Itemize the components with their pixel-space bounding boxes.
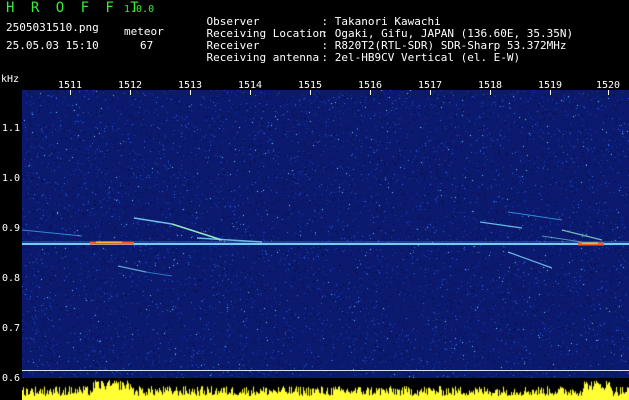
y-tick-label: 0.9 <box>2 223 21 234</box>
meteor-echo-streak <box>22 229 83 237</box>
spectrogram-plot <box>22 90 629 392</box>
meteor-echo-streak <box>133 217 173 225</box>
meteor-count: 67 <box>140 39 154 52</box>
file-name: 2505031510.png <box>6 21 99 34</box>
meteor-echo-streak <box>507 211 563 221</box>
meteor-echo-streak <box>541 235 583 243</box>
x-tick-mark <box>250 90 251 95</box>
x-tick-mark <box>550 90 551 95</box>
x-tick-mark <box>190 90 191 95</box>
meteor-label: meteor <box>124 25 164 38</box>
meteor-echo-streak <box>507 251 553 269</box>
x-tick-mark <box>370 90 371 95</box>
meteor-traces <box>22 211 629 277</box>
x-tick-mark <box>430 90 431 95</box>
hrofft-window: H R O F F T 1.0.0 2505031510.png 25.05.0… <box>0 0 629 400</box>
y-tick-label: 0.8 <box>2 273 21 284</box>
antenna-row: Receiving antenna: 2el-HB9CV Vertical (e… <box>180 40 521 76</box>
y-tick-label: 1.0 <box>2 173 21 184</box>
reference-line <box>22 370 629 371</box>
meteor-echo-streak <box>479 221 523 229</box>
signal-power-bars <box>22 378 629 400</box>
antenna-value: : 2el-HB9CV Vertical (el. E-W) <box>321 51 521 64</box>
x-tick-mark <box>70 90 71 95</box>
meteor-echo-streak <box>171 223 223 241</box>
x-tick-mark <box>490 90 491 95</box>
meteor-echo-streak <box>561 229 603 241</box>
x-tick-mark <box>608 90 609 95</box>
meteor-echo-streak <box>196 237 263 243</box>
meteor-echo-streak <box>145 271 173 277</box>
y-tick-label: 1.1 <box>2 123 21 134</box>
date-time: 25.05.03 15:10 <box>6 39 99 52</box>
y-tick-label: 0.6 <box>2 373 21 384</box>
antenna-key: Receiving antenna <box>206 51 320 64</box>
app-title: H R O F F T <box>6 0 143 16</box>
x-tick-mark <box>310 90 311 95</box>
y-tick-label: 0.7 <box>2 323 21 334</box>
app-version: 1.0.0 <box>124 4 155 15</box>
meteor-echo-streak <box>117 265 147 273</box>
x-tick-mark <box>130 90 131 95</box>
y-axis-unit: kHz <box>1 74 20 85</box>
